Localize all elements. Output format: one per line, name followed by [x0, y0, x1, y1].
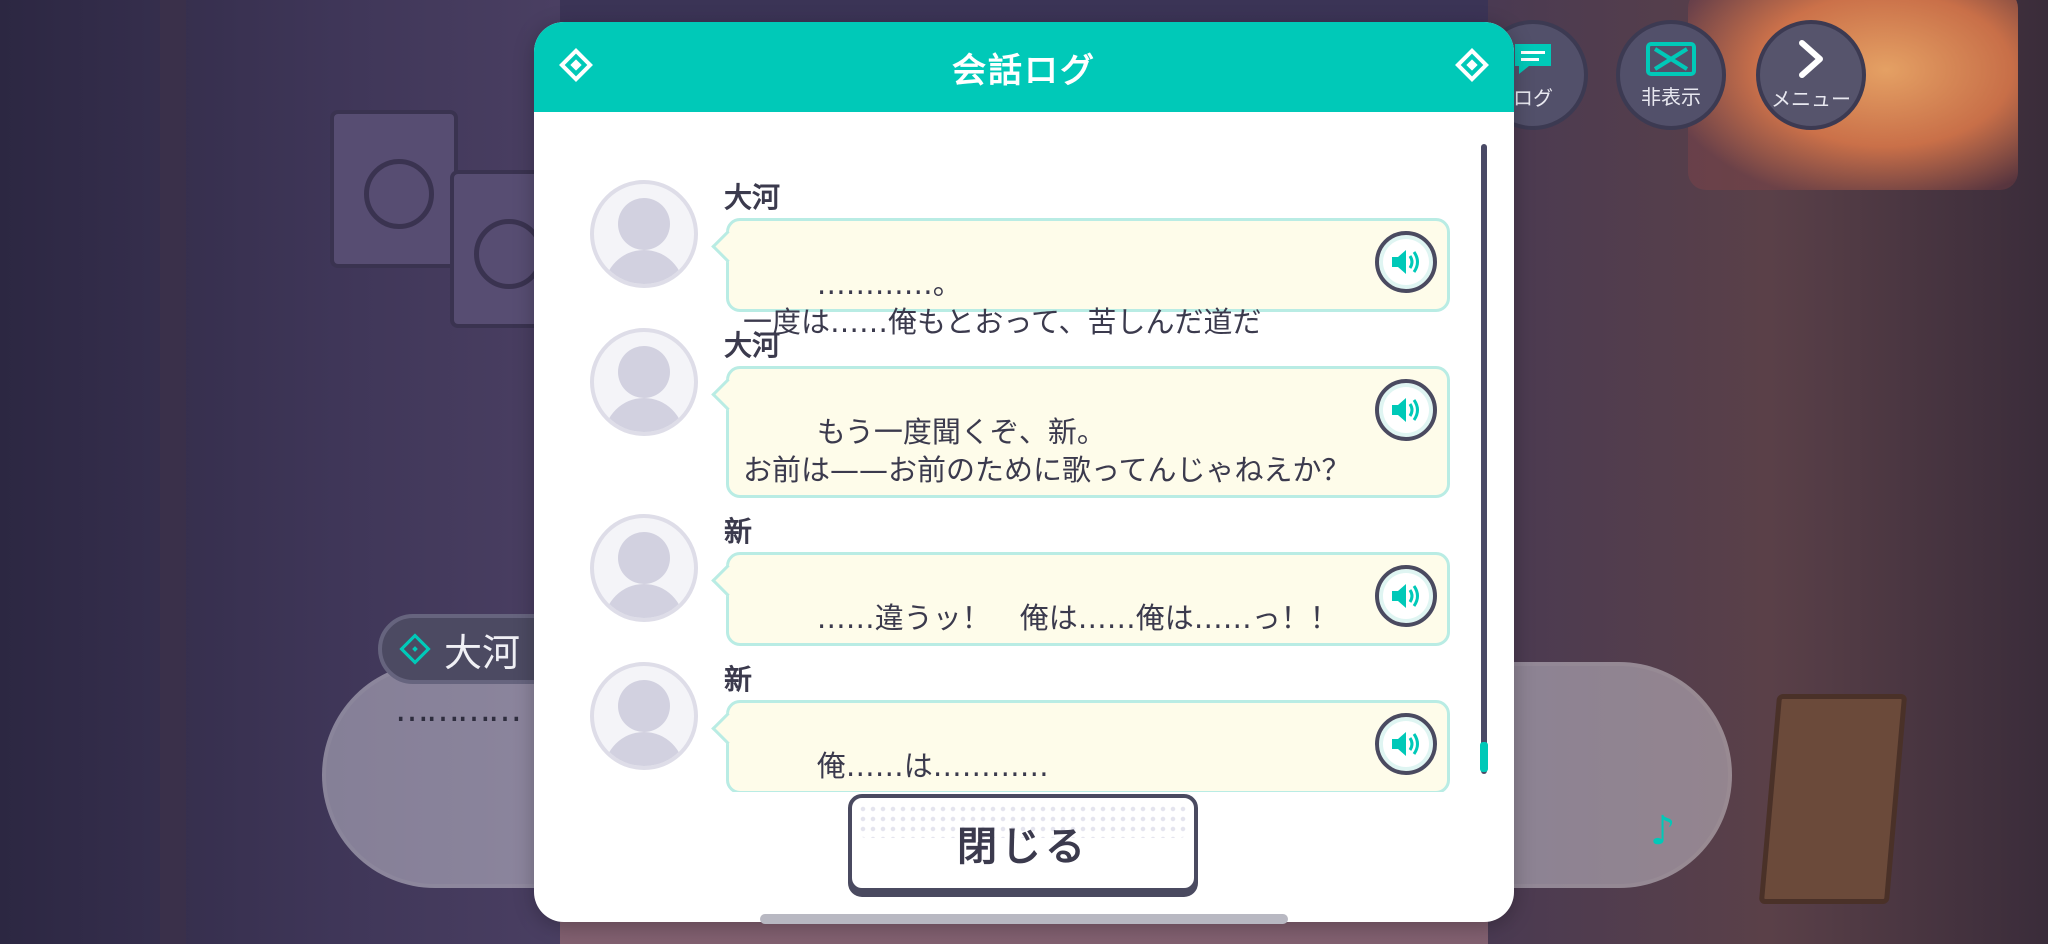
modal-header: 会話ログ: [534, 22, 1514, 112]
log-list[interactable]: 大河 …………。 一度は……俺もとおって、苦しんだ道だ 大河 もう一度聞くぞ、新…: [534, 112, 1514, 792]
log-message-text: 俺……は…………: [816, 749, 1049, 783]
close-button[interactable]: 閉じる: [848, 794, 1198, 892]
log-message-text: もう一度聞くぞ、新。 お前は——お前のために歌ってんじゃねえか？: [743, 415, 1351, 487]
background-pole: [160, 0, 186, 944]
avatar-placeholder-icon: [590, 328, 698, 436]
speaker-icon: [1392, 732, 1419, 756]
scrollbar-track[interactable]: [1481, 144, 1487, 774]
speaker-icon: [1392, 250, 1419, 274]
hide-button-label: 非表示: [1641, 84, 1701, 109]
log-speaker-name: 新: [724, 515, 753, 548]
conversation-log-modal: 会話ログ 大河 …………。 一度は……俺もとおって、苦しんだ道だ 大河 もう一度…: [534, 22, 1514, 922]
log-speaker-name: 大河: [724, 181, 781, 214]
avatar-placeholder-icon: [590, 662, 698, 770]
diamond-icon: [399, 633, 431, 665]
hide-button[interactable]: 非表示: [1616, 20, 1726, 130]
music-note-icon: ♪: [1650, 808, 1676, 854]
dialogue-text: …………: [395, 690, 522, 730]
avatar-placeholder-icon: [590, 514, 698, 622]
chevron-right-icon: [1799, 39, 1823, 78]
speaker-icon: [1392, 398, 1419, 422]
voice-play-button[interactable]: [1375, 231, 1437, 293]
background-ac-unit: [330, 110, 458, 268]
log-message-bubble: ……違うッ！ 俺は……俺は……っ！！: [726, 552, 1450, 646]
avatar-placeholder-icon: [590, 180, 698, 288]
voice-play-button[interactable]: [1375, 713, 1437, 775]
diamond-icon: [1455, 48, 1489, 82]
voice-play-button[interactable]: [1375, 565, 1437, 627]
menu-button[interactable]: メニュー: [1756, 20, 1866, 130]
voice-play-button[interactable]: [1375, 379, 1437, 441]
chat-bubble-icon: [1515, 43, 1551, 74]
menu-button-label: メニュー: [1771, 86, 1851, 111]
log-speaker-name: 新: [724, 663, 753, 696]
log-message-text: ……違うッ！ 俺は……俺は……っ！！: [816, 601, 1339, 635]
diamond-icon: [559, 48, 593, 82]
close-button-label: 閉じる: [957, 824, 1089, 870]
log-message-bubble: 俺……は…………: [726, 700, 1450, 792]
log-speaker-name: 大河: [724, 329, 781, 362]
dialogue-speaker-name: 大河: [444, 630, 521, 675]
home-indicator[interactable]: [760, 914, 1288, 924]
scrollbar-thumb[interactable]: [1480, 742, 1488, 772]
log-message-bubble: もう一度聞くぞ、新。 お前は——お前のために歌ってんじゃねえか？: [726, 366, 1450, 498]
log-message-bubble: …………。 一度は……俺もとおって、苦しんだ道だ: [726, 218, 1450, 339]
hide-x-icon: [1646, 41, 1696, 76]
modal-title: 会話ログ: [952, 50, 1096, 91]
log-button-label: ログ: [1513, 85, 1553, 110]
background-signboard: [1758, 694, 1908, 904]
log-message-text: …………。 一度は……俺もとおって、苦しんだ道だ: [743, 267, 1262, 339]
speaker-icon: [1392, 584, 1419, 608]
